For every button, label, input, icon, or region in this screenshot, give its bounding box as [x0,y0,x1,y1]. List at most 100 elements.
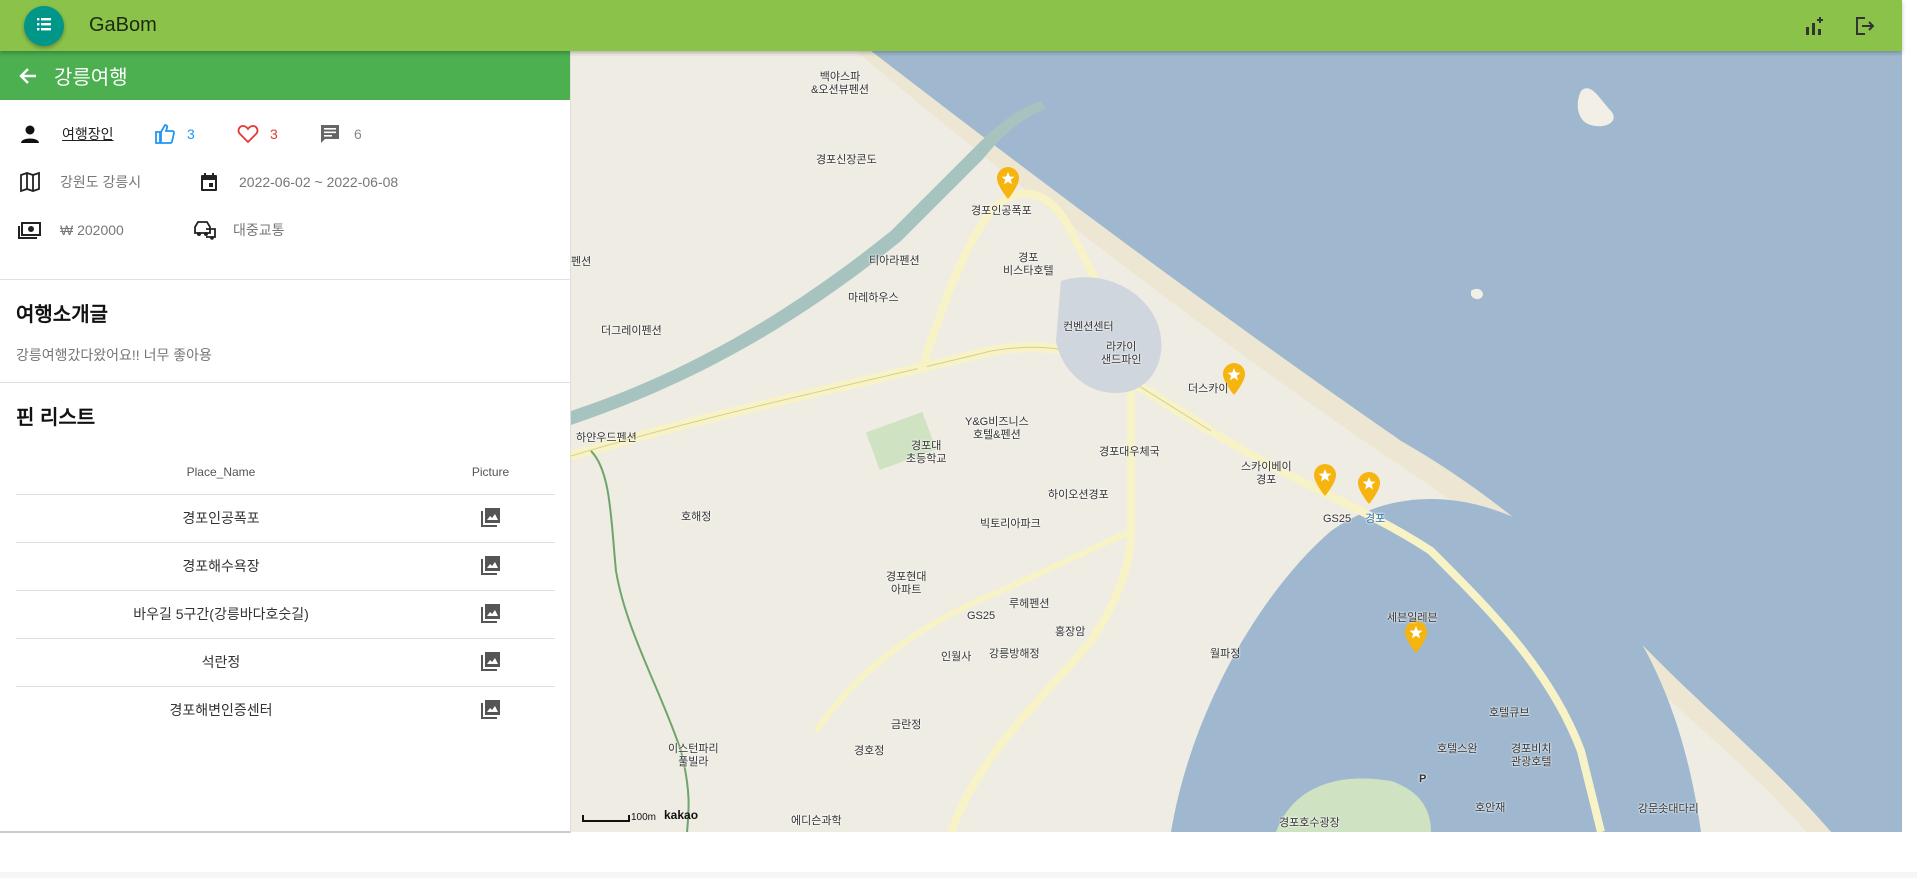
map-label: GS25 [967,610,996,622]
comments[interactable]: 6 [318,122,362,146]
divider [0,382,571,383]
map-label: 경포현대 아파트 [886,571,927,596]
map-label: 경포인공폭포 [971,205,1032,217]
map-marker[interactable] [1312,463,1338,497]
column-place-name: Place_Name [16,450,426,495]
map-label: 금란정 [891,719,922,731]
table-row[interactable]: 경포해수욕장 [16,542,555,591]
table-row[interactable]: 바우길 5구간(강릉바다호숫길) [16,590,555,639]
author-link[interactable]: 여행장인 [62,124,114,144]
map-label: 홍장암 [1055,626,1086,638]
back-arrow-icon[interactable] [18,65,40,87]
likes[interactable]: 3 [153,122,195,146]
pins-table: Place_Name Picture 경포인공폭포 경포해수욕장 바우길 5구간… [16,450,555,734]
map-label: 스카이베이 경포 [1241,461,1292,486]
map-label: 더스카이 [1188,383,1229,395]
transport-text: 대중교통 [233,222,285,238]
region-row: 강원도 강릉시 [18,170,141,194]
favorites[interactable]: 3 [236,122,278,146]
map-label: 빅토리아파크 [980,518,1041,530]
map-label: 강문솟대다리 [1638,803,1699,815]
pins-title: 핀 리스트 [16,407,96,429]
place-name: 경포해변인증센터 [169,702,273,719]
image-icon[interactable] [479,505,503,529]
map-label: 경호정 [854,745,885,757]
calendar-icon [197,170,221,194]
image-icon[interactable] [479,601,503,625]
map-marker[interactable] [1356,471,1382,505]
panel-header: 강릉여행 [0,51,570,100]
divider [0,279,571,280]
region-text: 강원도 강릉시 [60,174,142,190]
map-label: 경포대우체국 [1099,446,1160,458]
map-label: 호텔스완 [1437,743,1478,755]
table-row[interactable]: 경포해변인증센터 [16,686,555,734]
map-view[interactable]: 백야스파 &오션뷰펜션 경포신장콘도 경포인공폭포 경포 비스타호텔 티아라펜션… [571,51,1902,832]
map-label: 티아라펜션 [869,255,920,267]
map-label: 호안재 [1475,802,1506,814]
logout-icon[interactable] [1852,14,1876,38]
map-label: 하이오션경포 [1048,489,1109,501]
transport-row: 대중교통 [193,218,285,242]
column-picture: Picture [426,450,555,495]
page-footer [0,872,1917,878]
app-bar: GaBom [0,0,1902,51]
map-label: 마레하우스 [848,292,899,304]
map-label: 라카이 샌드파인 [1101,341,1142,366]
map-scale-text: 100m [631,812,657,823]
map-background [571,51,1902,832]
image-icon[interactable] [479,649,503,673]
table-header-row: Place_Name Picture [16,450,555,495]
map-label: 세븐일레븐 [1387,612,1438,624]
map-attribution: kakao [664,808,699,822]
map-label: 하얀우드펜션 [576,432,637,444]
map-label: 컨벤션센터 [1063,321,1114,333]
date-range: 2022-06-02 ~ 2022-06-08 [239,174,399,190]
place-name: 석란정 [16,638,426,687]
money-icon [18,218,42,242]
chart-icon[interactable] [1803,14,1827,38]
map-label: Y&G비즈니스 호텔&펜션 [965,416,1029,441]
map-label: 경포호수광장 [1279,817,1340,829]
menu-button[interactable] [24,6,64,46]
likes-count: 3 [187,126,195,142]
place-name: 바우길 5구간(강릉바다호숫길) [16,590,426,639]
map-label: 경포 [1365,513,1386,525]
image-icon[interactable] [479,697,503,721]
map-label: 호텔큐브 [1489,707,1530,719]
intro-text: 강릉여행갔다왔어요!! 너무 좋아용 [16,347,212,363]
author-row: 여행장인 [18,122,114,146]
cost-text: ₩ 202000 [60,222,124,238]
map-label: 인월사 [941,651,972,663]
map-marker[interactable] [995,166,1021,200]
map-marker[interactable] [1403,620,1429,654]
table-row[interactable]: 경포인공폭포 [16,494,555,543]
car-icon [193,218,217,242]
app-title: GaBom [89,14,157,36]
comments-count: 6 [354,126,362,142]
map-scale [582,810,632,828]
map-label: 경포 비스타호텔 [1003,252,1054,277]
map-label: 이스턴파리 풀빌라 [668,743,719,768]
cost-row: ₩ 202000 [18,218,124,242]
map-label: 경포비치 관광호텔 [1511,743,1552,768]
map-label: GS25 [1323,513,1352,525]
map-label: 루헤펜션 [1009,598,1050,610]
hearts-count: 3 [270,126,278,142]
place-name: 경포인공폭포 [16,494,426,543]
map-label: 호해정 [681,511,712,523]
map-icon [18,170,42,194]
thumb-up-icon [153,122,177,146]
map-label: 월파정 [1210,648,1241,660]
heart-icon [236,122,260,146]
map-label: 에디슨과학 [791,815,842,827]
image-icon[interactable] [479,553,503,577]
list-icon [34,14,54,39]
map-label: 강릉방해정 [989,648,1040,660]
map-label: P [1419,773,1427,785]
intro-title: 여행소개글 [16,304,108,326]
trip-title: 강릉여행 [54,67,128,89]
table-row[interactable]: 석란정 [16,638,555,687]
map-label: 더그레이펜션 [601,325,662,337]
date-row: 2022-06-02 ~ 2022-06-08 [197,170,398,194]
